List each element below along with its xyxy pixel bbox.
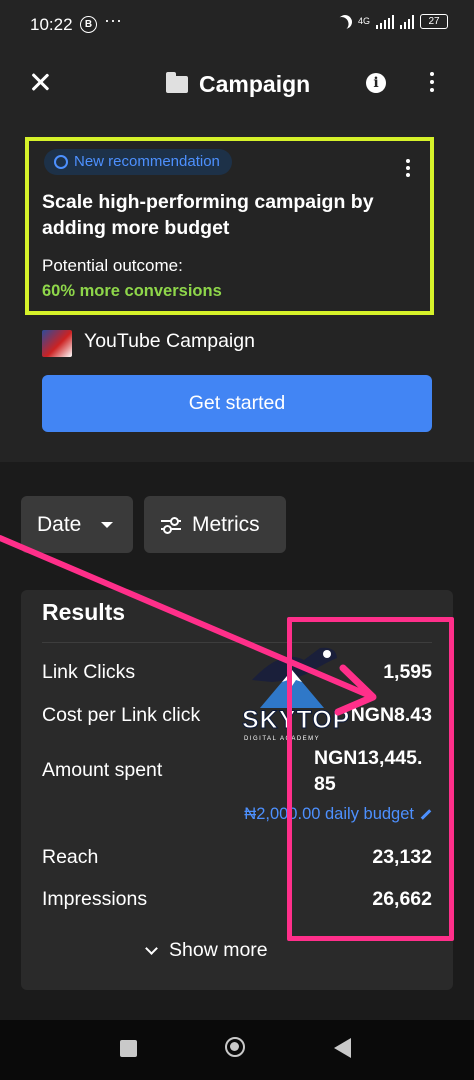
campaign-thumbnail [42, 330, 72, 357]
page-title: Campaign [199, 71, 311, 97]
row-label-amount-spent: Amount spent [42, 759, 163, 781]
status-time: 10:22 [30, 15, 73, 34]
lightbulb-icon [54, 155, 68, 169]
status-bar: 10:22 B ··· 4G 27 [0, 0, 474, 50]
recommendation-card: New recommendation Scale high-performing… [0, 120, 474, 462]
more-options-icon[interactable] [429, 72, 435, 96]
results-title: Results [42, 599, 126, 625]
status-indicators: 4G 27 [338, 14, 448, 29]
recommendation-highlight-box: New recommendation Scale high-performing… [25, 137, 434, 315]
home-icon[interactable] [225, 1037, 245, 1057]
outcome-label: Potential outcome: [42, 256, 183, 275]
signal-icon [376, 14, 394, 29]
filter-bar: Date Metrics [0, 474, 474, 574]
recommendation-title: Scale high-performing campaign by adding… [42, 191, 374, 239]
badge-label: New recommendation [74, 153, 220, 170]
metrics-button[interactable]: Metrics [144, 496, 286, 553]
battery-icon: 27 [420, 14, 448, 29]
signal-icon-2 [400, 14, 414, 29]
show-more-button[interactable]: Show more [145, 939, 268, 962]
recents-icon[interactable] [120, 1040, 137, 1057]
outcome-value: 60% more conversions [42, 282, 222, 300]
new-recommendation-badge: New recommendation [44, 149, 232, 175]
row-label-impressions: Impressions [42, 888, 148, 910]
row-label-cost-per-click: Cost per Link click [42, 704, 201, 726]
date-filter-button[interactable]: Date [21, 496, 133, 553]
show-more-label: Show more [169, 939, 268, 961]
folder-icon [166, 72, 188, 93]
do-not-disturb-icon [335, 12, 354, 31]
row-label-link-clicks: Link Clicks [42, 661, 136, 683]
more-notifications-icon: ··· [104, 10, 122, 30]
close-icon[interactable] [28, 70, 52, 94]
get-started-button[interactable]: Get started [42, 375, 432, 432]
date-filter-label: Date [37, 513, 82, 536]
b-notification-icon: B [80, 16, 97, 33]
row-label-reach: Reach [42, 846, 99, 868]
recommendation-options-icon[interactable] [406, 159, 410, 180]
system-navigation-bar [0, 1020, 474, 1080]
campaign-name[interactable]: YouTube Campaign [84, 330, 255, 353]
tune-icon [161, 517, 181, 534]
dropdown-caret-icon [101, 522, 113, 528]
info-icon[interactable]: i [366, 73, 386, 93]
results-highlight-box [287, 617, 454, 941]
chevron-down-icon [145, 942, 158, 955]
network-type: 4G [357, 16, 370, 26]
back-icon[interactable] [334, 1038, 351, 1058]
app-header: Campaign i [0, 50, 474, 120]
metrics-label: Metrics [192, 513, 260, 536]
